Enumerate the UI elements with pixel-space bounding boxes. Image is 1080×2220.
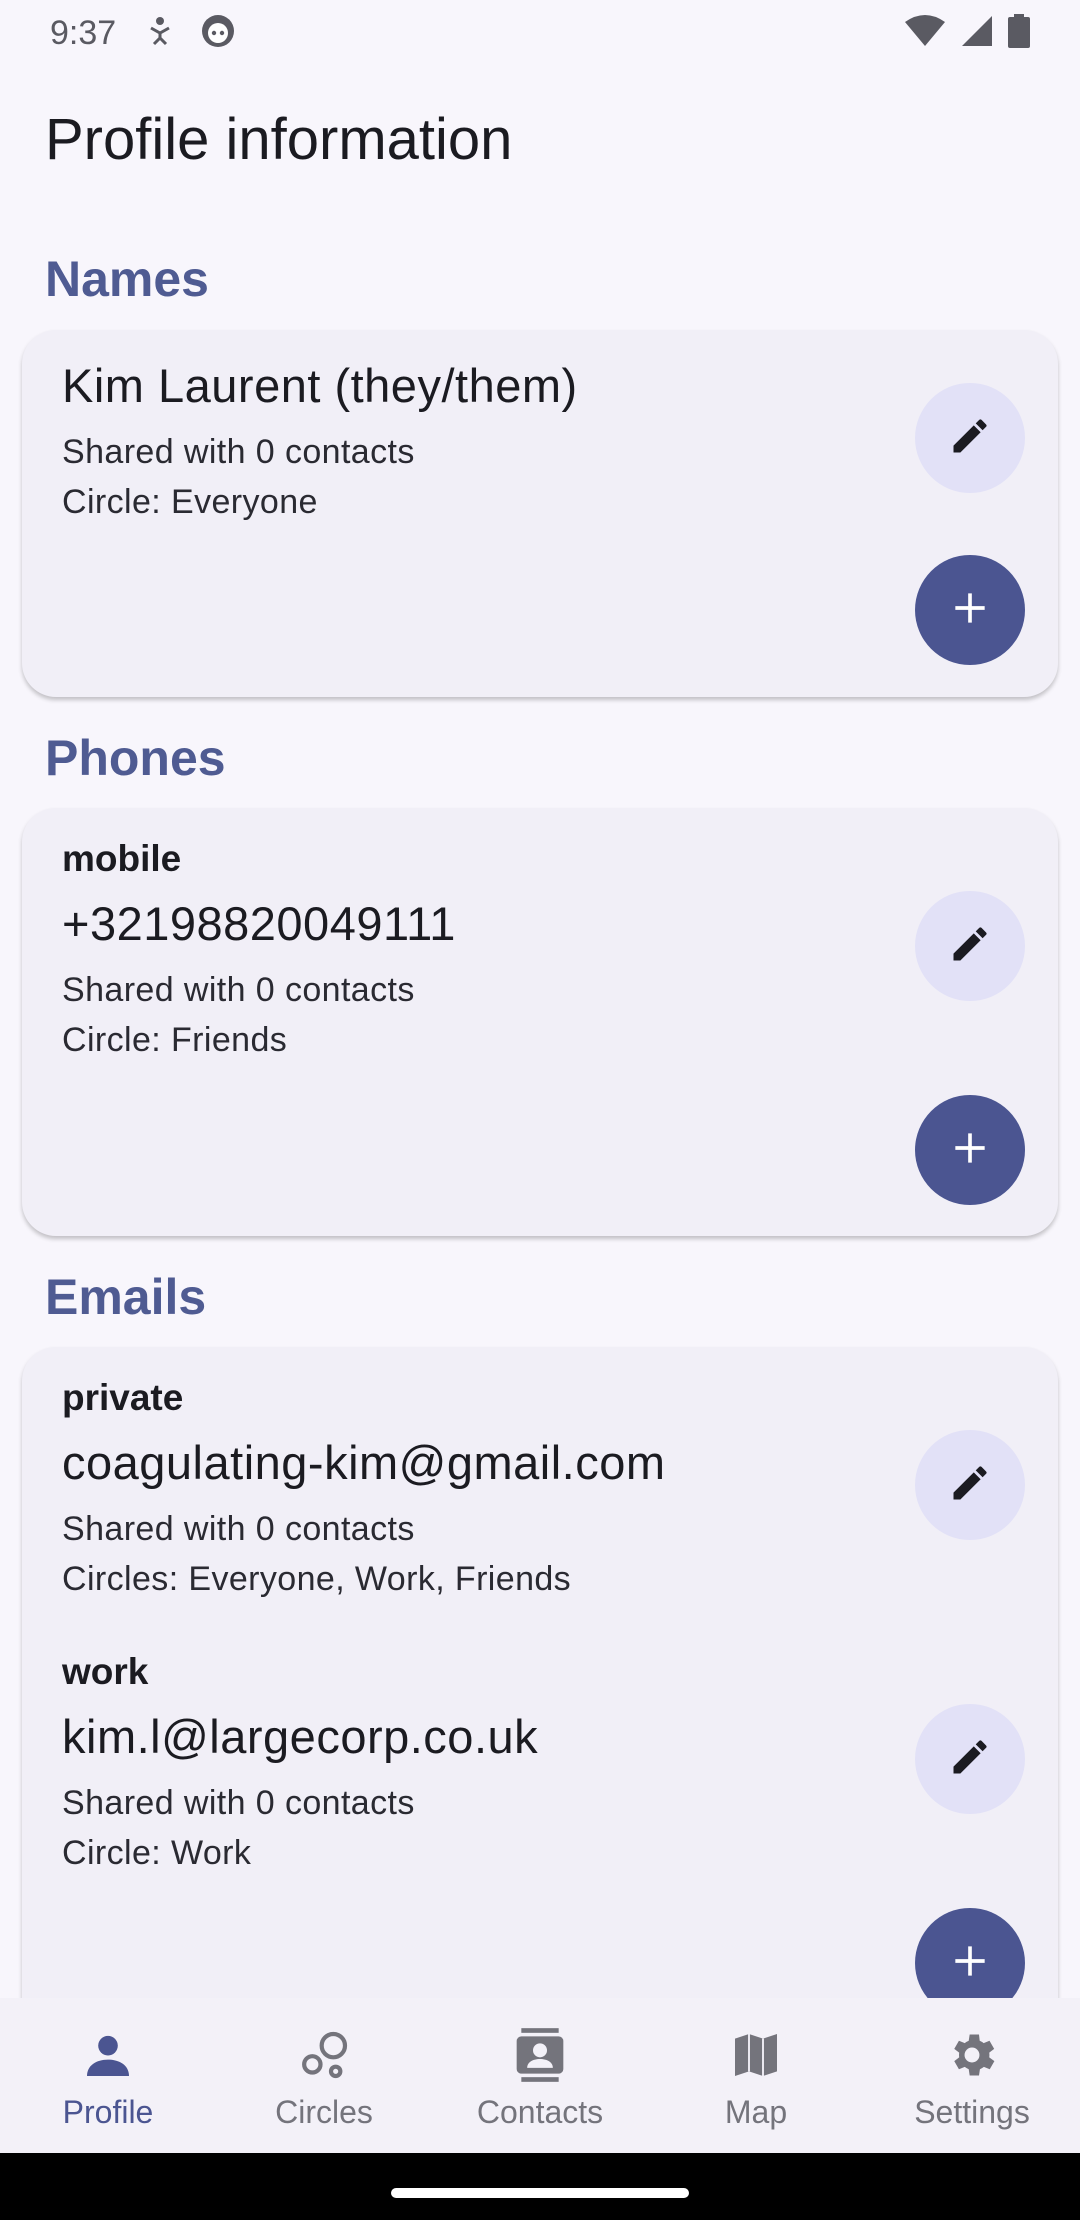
- edit-phone-button[interactable]: [915, 891, 1025, 1001]
- bubbles-icon: [296, 2022, 352, 2088]
- emails-card: private coagulating-kim@gmail.com Shared…: [22, 1347, 1058, 2047]
- pencil-icon: [948, 922, 992, 971]
- phone-label: mobile: [62, 838, 182, 879]
- plus-icon: [948, 586, 992, 635]
- phone-entry: mobile +32198820049111 Shared with 0 con…: [62, 838, 456, 1065]
- gesture-navigation-area: [0, 2153, 1080, 2220]
- phone-value: +32198820049111: [62, 897, 456, 950]
- gesture-handle[interactable]: [391, 2188, 689, 2198]
- nav-item-contacts[interactable]: Contacts: [432, 1998, 648, 2153]
- phone-shared-text: Shared with 0 contacts: [62, 971, 415, 1009]
- edit-name-button[interactable]: [915, 383, 1025, 493]
- section-title-phones: Phones: [45, 730, 226, 786]
- add-name-button[interactable]: [915, 555, 1025, 665]
- battery-icon: [1008, 13, 1030, 53]
- pencil-icon: [948, 1461, 992, 1510]
- nav-label-contacts: Contacts: [476, 2094, 604, 2130]
- person-icon: [80, 2022, 136, 2088]
- edit-email-button[interactable]: [915, 1430, 1025, 1540]
- status-bar: 9:37: [0, 0, 1080, 66]
- page-title: Profile information: [45, 107, 513, 172]
- email-shared-text: Shared with 0 contacts: [62, 1510, 415, 1548]
- section-title-emails: Emails: [45, 1269, 207, 1325]
- email-circle-text: Circles: Everyone, Work, Friends: [62, 1560, 572, 1598]
- nav-label-profile: Profile: [62, 2094, 154, 2130]
- email-label: private: [62, 1377, 184, 1418]
- pencil-icon: [948, 414, 992, 463]
- wifi-icon: [904, 14, 946, 53]
- contacts-icon: [512, 2022, 568, 2088]
- name-value: Kim Laurent (they/them): [62, 359, 578, 412]
- email-entry: private coagulating-kim@gmail.com Shared…: [62, 1377, 666, 1604]
- status-time: 9:37: [50, 13, 117, 52]
- signal-icon: [960, 14, 994, 53]
- nav-item-settings[interactable]: Settings: [864, 1998, 1080, 2153]
- name-circle-text: Circle: Everyone: [62, 483, 318, 521]
- nav-item-map[interactable]: Map: [648, 1998, 864, 2153]
- pencil-icon: [948, 1735, 992, 1784]
- add-phone-button[interactable]: [915, 1095, 1025, 1205]
- nav-item-circles[interactable]: Circles: [216, 1998, 432, 2153]
- email-shared-text: Shared with 0 contacts: [62, 1784, 415, 1822]
- name-shared-text: Shared with 0 contacts: [62, 433, 415, 471]
- nav-label-map: Map: [724, 2094, 788, 2130]
- phones-card: mobile +32198820049111 Shared with 0 con…: [22, 808, 1058, 1236]
- email-value: kim.l@largecorp.co.uk: [62, 1710, 539, 1763]
- accessibility-icon: [148, 16, 172, 51]
- android-icon: [200, 13, 236, 54]
- email-label: work: [62, 1651, 149, 1692]
- email-value: coagulating-kim@gmail.com: [62, 1436, 666, 1489]
- plus-icon: [948, 1126, 992, 1175]
- nav-item-profile[interactable]: Profile: [0, 1998, 216, 2153]
- names-card: Kim Laurent (they/them) Shared with 0 co…: [22, 330, 1058, 697]
- edit-email-button[interactable]: [915, 1704, 1025, 1814]
- nav-label-circles: Circles: [275, 2094, 373, 2130]
- section-title-names: Names: [45, 251, 209, 307]
- phone-circle-text: Circle: Friends: [62, 1021, 288, 1059]
- name-entry: Kim Laurent (they/them) Shared with 0 co…: [62, 358, 578, 527]
- email-entry: work kim.l@largecorp.co.uk Shared with 0…: [62, 1651, 538, 1878]
- email-circle-text: Circle: Work: [62, 1834, 252, 1872]
- nav-label-settings: Settings: [914, 2094, 1030, 2130]
- bottom-navigation: Profile Circles Contacts Map Settings: [0, 1998, 1080, 2153]
- gear-icon: [944, 2022, 1000, 2088]
- plus-icon: [948, 1939, 992, 1988]
- map-icon: [728, 2022, 784, 2088]
